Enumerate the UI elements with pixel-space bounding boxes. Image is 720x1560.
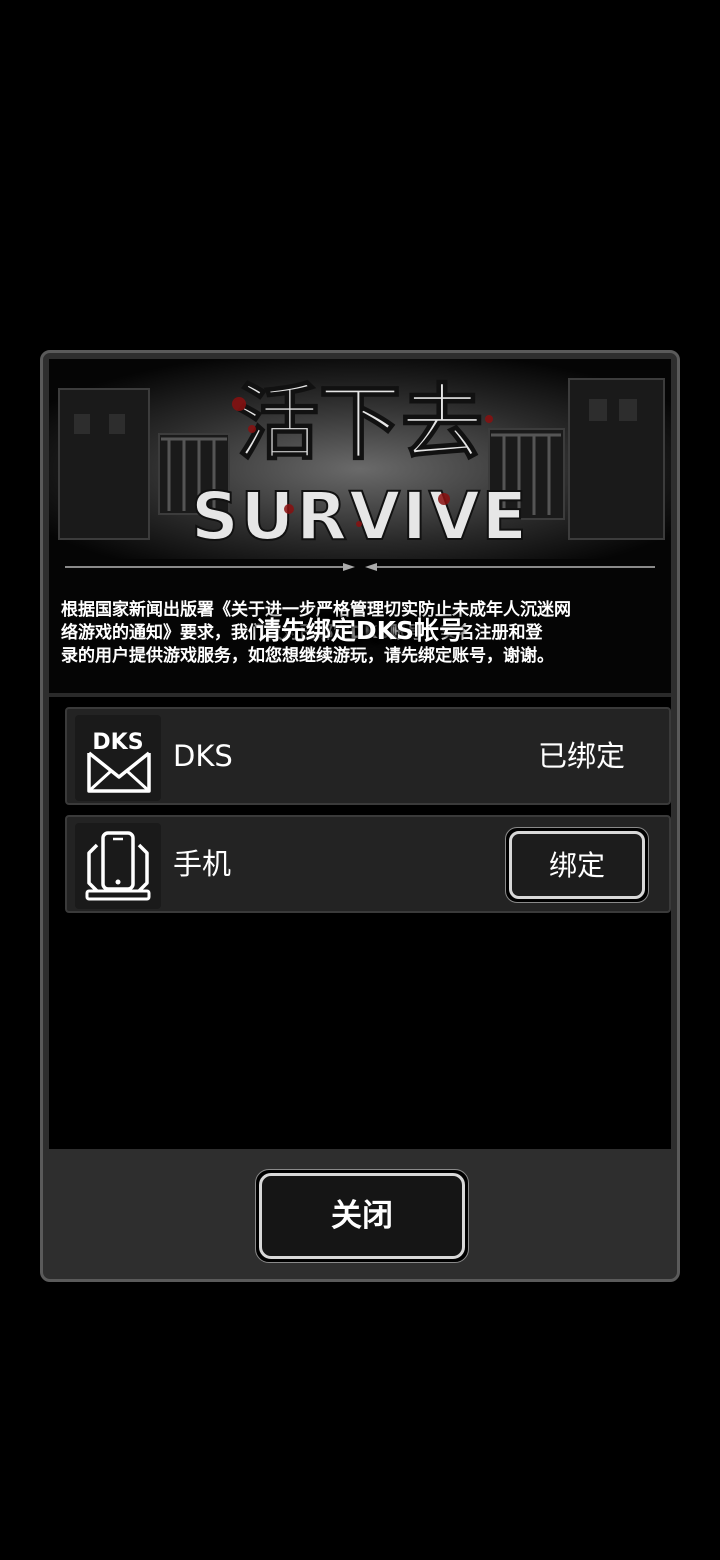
bind-phone-button[interactable]: 绑定 <box>505 827 649 903</box>
notice-line: 录的用户提供游戏服务，如您想继续游玩，请先绑定账号，谢谢。 <box>61 646 554 666</box>
dialog-content: 活下去 SURVIVE 根据国家新闻出版署《关于进一步严格管理切实防止未成年人沉… <box>49 359 671 1149</box>
close-button-label[interactable]: 关闭 <box>259 1173 465 1259</box>
bound-status: 已绑定 <box>537 739 625 773</box>
account-row-phone: 手机 绑定 <box>65 815 671 913</box>
account-row-dks: DKS DKS 已绑定 <box>65 707 671 805</box>
svg-text:DKS: DKS <box>92 730 143 755</box>
logo-en-text: SURVIVE <box>191 478 529 555</box>
survive-logo-image: 活下去 SURVIVE <box>49 359 671 559</box>
game-banner: 活下去 SURVIVE 根据国家新闻出版署《关于进一步严格管理切实防止未成年人沉… <box>49 359 671 697</box>
bind-phone-button-label[interactable]: 绑定 <box>509 831 645 899</box>
dks-mail-icon: DKS <box>75 715 161 801</box>
account-label-phone: 手机 <box>173 847 232 881</box>
bind-account-dialog: 活下去 SURVIVE 根据国家新闻出版署《关于进一步严格管理切实防止未成年人沉… <box>40 350 680 1282</box>
dialog-title: 请先绑定DKS帐号 <box>255 616 465 645</box>
close-button[interactable]: 关闭 <box>255 1169 469 1263</box>
account-label-dks: DKS <box>173 739 233 773</box>
mobile-phone-icon <box>75 823 161 909</box>
divider-ornament <box>65 563 655 571</box>
logo-cn-text: 活下去 <box>237 376 483 471</box>
